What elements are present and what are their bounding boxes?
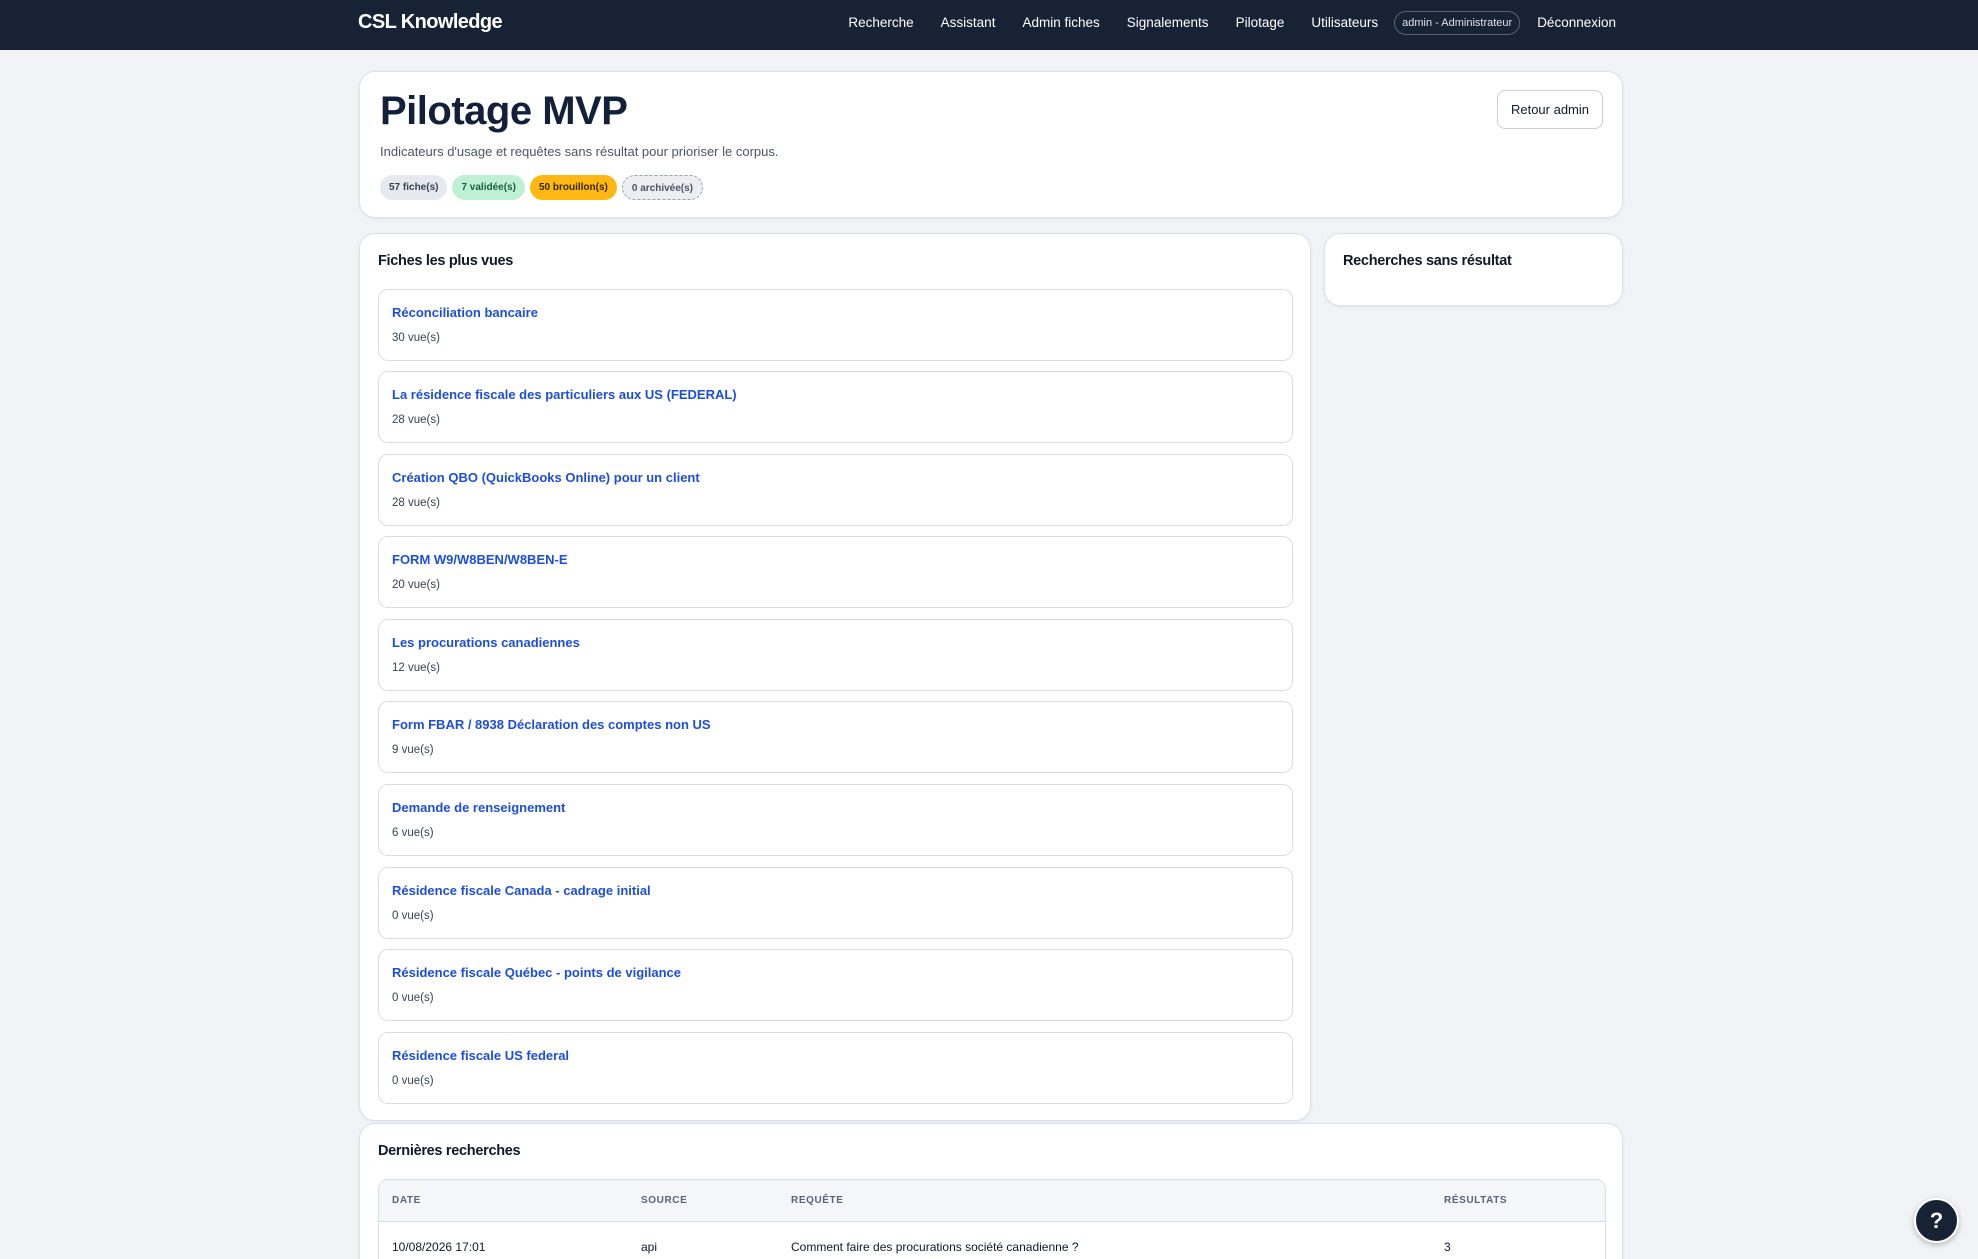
list-item[interactable]: Résidence fiscale Québec - points de vig… (378, 949, 1293, 1021)
page-title: Pilotage MVP (380, 89, 628, 133)
view-count: 0 vue(s) (392, 992, 434, 1004)
recent-searches-card: Dernières recherches DATE SOURCE REQUÊTE… (359, 1123, 1623, 1259)
fiche-link[interactable]: Les procurations canadiennes (392, 635, 580, 650)
list-item[interactable]: Résidence fiscale US federal 0 vue(s) (378, 1032, 1293, 1104)
page-header-card: Pilotage MVP Indicateurs d'usage et requ… (359, 71, 1623, 218)
fiche-link[interactable]: Résidence fiscale US federal (392, 1048, 569, 1063)
fiche-link[interactable]: Demande de renseignement (392, 800, 565, 815)
top-navbar: CSL Knowledge Recherche Assistant Admin … (0, 0, 1978, 50)
view-count: 0 vue(s) (392, 1075, 434, 1087)
view-count: 20 vue(s) (392, 579, 440, 591)
col-query: REQUÊTE (791, 1195, 844, 1206)
nav-admin-fiches[interactable]: Admin fiches (1022, 15, 1099, 30)
list-item[interactable]: Réconciliation bancaire 30 vue(s) (378, 289, 1293, 361)
list-item[interactable]: Form FBAR / 8938 Déclaration des comptes… (378, 701, 1293, 773)
list-item[interactable]: Résidence fiscale Canada - cadrage initi… (378, 867, 1293, 939)
cell-date: 10/08/2026 17:01 (392, 1240, 486, 1254)
archived-badge: 0 archivée(s) (621, 175, 704, 200)
drafts-badge: 50 brouillon(s) (529, 175, 617, 200)
list-item[interactable]: La résidence fiscale des particuliers au… (378, 371, 1293, 443)
fiche-link[interactable]: Création QBO (QuickBooks Online) pour un… (392, 470, 700, 485)
fiche-link[interactable]: Form FBAR / 8938 Déclaration des comptes… (392, 717, 711, 732)
fiche-link[interactable]: Résidence fiscale Canada - cadrage initi… (392, 883, 651, 898)
page-subtitle: Indicateurs d'usage et requêtes sans rés… (380, 144, 779, 159)
view-count: 6 vue(s) (392, 827, 434, 839)
recent-searches-title: Dernières recherches (378, 1143, 521, 1159)
list-item[interactable]: FORM W9/W8BEN/W8BEN-E 20 vue(s) (378, 536, 1293, 608)
table-header: DATE SOURCE REQUÊTE RÉSULTATS (379, 1180, 1605, 1222)
col-results: RÉSULTATS (1444, 1195, 1508, 1206)
logout-link[interactable]: Déconnexion (1537, 15, 1616, 30)
fiche-link[interactable]: Résidence fiscale Québec - points de vig… (392, 965, 681, 980)
no-result-searches-card: Recherches sans résultat (1324, 233, 1623, 306)
view-count: 30 vue(s) (392, 332, 440, 344)
nav-assistant[interactable]: Assistant (941, 15, 996, 30)
col-source: SOURCE (641, 1195, 688, 1206)
recent-searches-table: DATE SOURCE REQUÊTE RÉSULTATS 10/08/2026… (378, 1179, 1606, 1259)
question-icon: ? (1929, 1207, 1944, 1233)
nav-signalements[interactable]: Signalements (1127, 15, 1209, 30)
view-count: 28 vue(s) (392, 497, 440, 509)
fiche-link[interactable]: La résidence fiscale des particuliers au… (392, 387, 737, 402)
nav-utilisateurs[interactable]: Utilisateurs (1311, 15, 1378, 30)
back-to-admin-button[interactable]: Retour admin (1497, 90, 1603, 129)
no-result-title: Recherches sans résultat (1343, 253, 1512, 269)
most-viewed-card: Fiches les plus vues Réconciliation banc… (359, 233, 1311, 1121)
brand-logo[interactable]: CSL Knowledge (358, 11, 503, 34)
cell-source: api (641, 1240, 658, 1254)
fiche-link[interactable]: FORM W9/W8BEN/W8BEN-E (392, 552, 568, 567)
list-item[interactable]: Les procurations canadiennes 12 vue(s) (378, 619, 1293, 691)
fiche-link[interactable]: Réconciliation bancaire (392, 305, 538, 320)
cell-results: 3 (1444, 1240, 1451, 1254)
cell-query: Comment faire des procurations société c… (791, 1240, 1079, 1254)
user-badge: admin - Administrateur (1394, 10, 1521, 35)
view-count: 12 vue(s) (392, 662, 440, 674)
list-item[interactable]: Demande de renseignement 6 vue(s) (378, 784, 1293, 856)
view-count: 9 vue(s) (392, 744, 434, 756)
validated-badge: 7 validée(s) (452, 175, 525, 200)
status-badges: 57 fiche(s) 7 validée(s) 50 brouillon(s)… (380, 175, 704, 200)
most-viewed-title: Fiches les plus vues (378, 253, 514, 269)
total-fiches-badge: 57 fiche(s) (380, 175, 448, 200)
main-nav: Recherche Assistant Admin fiches Signale… (848, 0, 1616, 45)
view-count: 0 vue(s) (392, 910, 434, 922)
help-button[interactable]: ? (1914, 1198, 1959, 1243)
nav-pilotage[interactable]: Pilotage (1236, 15, 1285, 30)
col-date: DATE (392, 1195, 421, 1206)
view-count: 28 vue(s) (392, 414, 440, 426)
list-item[interactable]: Création QBO (QuickBooks Online) pour un… (378, 454, 1293, 526)
nav-recherche[interactable]: Recherche (848, 15, 913, 30)
